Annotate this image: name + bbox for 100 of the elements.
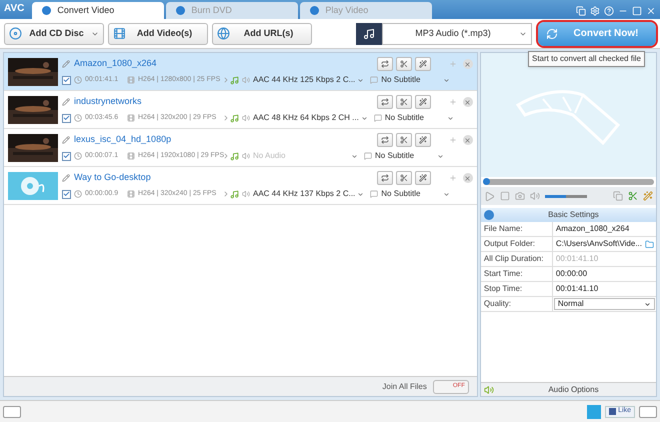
edit-icon[interactable]	[62, 136, 70, 144]
check-icon	[63, 114, 70, 122]
disc-icon	[9, 27, 22, 40]
url-icon	[217, 27, 230, 40]
convert-button[interactable]	[376, 133, 393, 147]
film-icon	[127, 190, 135, 198]
speaker-icon	[242, 152, 250, 160]
convert-button[interactable]	[376, 57, 393, 71]
tooltip: Start to convert all checked file	[528, 51, 645, 67]
speaker-icon	[242, 76, 250, 84]
caret-icon[interactable]	[437, 152, 444, 160]
convert-button[interactable]	[376, 95, 393, 109]
effects-button[interactable]	[414, 57, 431, 71]
edit-icon[interactable]	[62, 60, 70, 68]
effects-button[interactable]	[414, 133, 431, 147]
audio-track[interactable]: AAC 44 KHz 125 Kbps 2 C...	[253, 74, 356, 86]
remove-button[interactable]	[462, 135, 473, 145]
section-title: Basic Settings	[547, 209, 600, 221]
close-icon	[464, 174, 472, 182]
close-icon	[464, 136, 472, 144]
music-icon	[230, 152, 239, 160]
clock-icon	[74, 76, 82, 84]
trim-icon[interactable]	[628, 191, 638, 201]
scissors-icon	[400, 98, 408, 106]
maximize-icon[interactable]	[632, 6, 642, 16]
convert-button[interactable]	[376, 171, 393, 185]
tab[interactable]: Convert Video	[32, 2, 164, 19]
caret-icon[interactable]	[351, 152, 358, 160]
field-label: All Clip Duration:	[480, 252, 553, 266]
field-label: Start Time:	[480, 267, 553, 281]
music-icon	[230, 76, 239, 84]
toolbar-button[interactable]: Add URL(s)	[212, 22, 312, 44]
effects-icon[interactable]	[643, 191, 653, 201]
caret-icon[interactable]	[357, 190, 364, 198]
field-value: 00:01:41.10	[554, 253, 600, 265]
music-icon	[230, 114, 239, 122]
audio-track[interactable]: AAC 44 KHz 137 Kbps 2 C...	[253, 188, 356, 200]
quality-select[interactable]: Normal	[554, 298, 655, 310]
trim-button[interactable]	[396, 171, 412, 185]
seek-thumb[interactable]	[482, 178, 490, 185]
subtitle-select[interactable]: No Subtitle	[381, 188, 444, 200]
repeat-icon	[380, 60, 389, 68]
clock-icon	[74, 190, 82, 198]
edit-icon[interactable]	[62, 98, 70, 106]
clock-icon	[74, 152, 82, 160]
subtitle-icon	[370, 76, 378, 84]
volume-slider[interactable]	[544, 194, 587, 198]
music-icon	[356, 22, 382, 44]
check-icon	[63, 190, 70, 198]
remove-button[interactable]	[462, 97, 473, 107]
effects-button[interactable]	[414, 171, 431, 185]
refresh-icon	[546, 28, 558, 40]
film-icon	[127, 152, 135, 160]
close-icon	[464, 60, 472, 68]
field-value[interactable]: C:\Users\AnvSoft\Vide...	[552, 237, 645, 251]
toolbar-button[interactable]: Add Video(s)	[108, 22, 208, 44]
tab-icon	[176, 6, 186, 15]
file-name: lexus_isc_04_hd_1080p	[74, 133, 172, 146]
effects-button[interactable]	[414, 95, 431, 109]
field-value[interactable]: 00:00:00	[552, 267, 656, 281]
checkbox[interactable]	[62, 190, 71, 198]
check-icon	[63, 152, 70, 160]
trim-button[interactable]	[396, 95, 412, 109]
subtitle-select[interactable]: No Subtitle	[375, 150, 437, 162]
tab-icon	[310, 6, 320, 15]
wand-icon	[418, 174, 427, 182]
caret-icon[interactable]	[357, 76, 364, 84]
toolbar-button[interactable]: Add CD Disc	[4, 22, 104, 44]
video-icon	[113, 27, 126, 40]
subtitle-select[interactable]: No Subtitle	[381, 74, 444, 86]
help-icon[interactable]	[604, 6, 614, 16]
checkbox[interactable]	[62, 76, 71, 84]
scissors-icon	[400, 174, 408, 182]
app-logo: AVC	[4, 2, 24, 16]
audio-track[interactable]: AAC 48 KHz 64 Kbps 2 CH ...	[253, 112, 359, 124]
edit-icon[interactable]	[62, 174, 70, 182]
repeat-icon	[380, 136, 389, 144]
repeat-icon	[380, 174, 389, 182]
speaker-icon	[242, 114, 250, 122]
checkbox[interactable]	[62, 152, 71, 160]
subtitle-select[interactable]: No Subtitle	[384, 112, 447, 124]
caret-icon[interactable]	[360, 114, 368, 122]
checkbox[interactable]	[62, 114, 71, 122]
field-label: File Name:	[480, 222, 553, 236]
wand-icon	[418, 60, 427, 68]
format-select[interactable]: MP3 Audio (*.mp3)	[382, 22, 532, 44]
trim-button[interactable]	[396, 57, 412, 71]
remove-button[interactable]	[462, 173, 473, 183]
caret-icon[interactable]	[443, 76, 450, 84]
close-icon[interactable]	[646, 6, 656, 16]
trim-button[interactable]	[396, 133, 412, 147]
remove-button[interactable]	[462, 59, 473, 69]
field-value[interactable]: 00:01:41.10	[552, 282, 656, 296]
wand-icon	[418, 98, 427, 106]
folder-icon[interactable]	[645, 240, 654, 248]
join-label: Join All Files	[382, 380, 427, 392]
wand-icon	[418, 136, 427, 144]
caret-icon[interactable]	[443, 190, 450, 198]
field-value[interactable]: Amazon_1080_x264	[552, 222, 656, 236]
caret-icon[interactable]	[446, 114, 454, 122]
